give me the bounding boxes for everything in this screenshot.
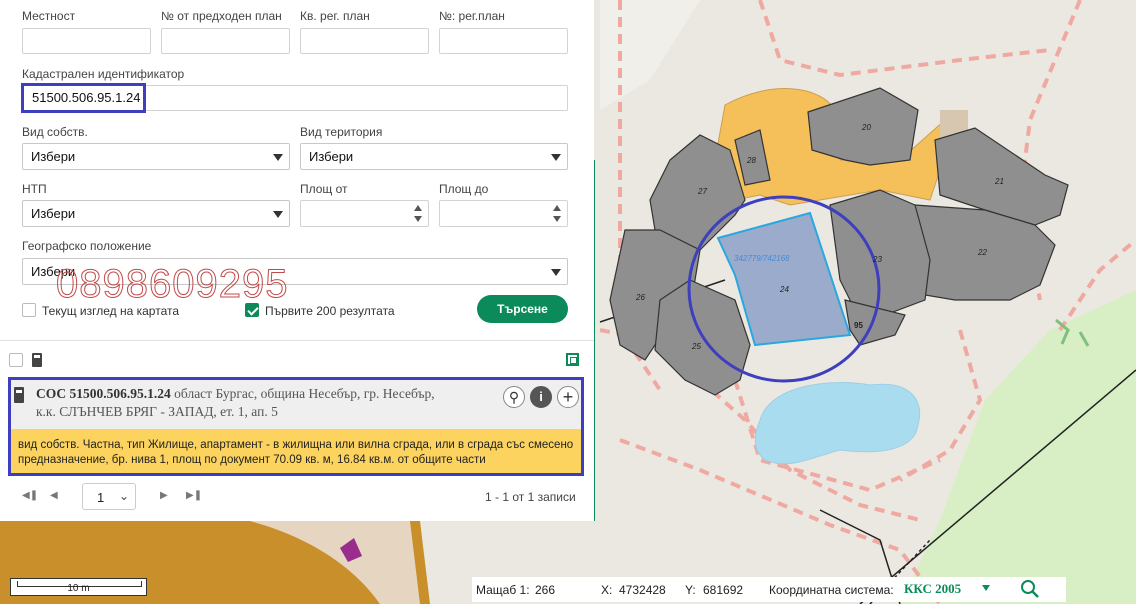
y-label: Y: [685, 583, 696, 597]
scale-bar: 10 m [10, 578, 147, 596]
chevron-down-icon [273, 154, 283, 161]
add-icon[interactable]: + [557, 386, 579, 408]
status-bar: Мащаб 1: 266 X: 4732428 Y: 681692 Коорди… [472, 577, 1066, 602]
prev-page-icon[interactable]: ◀ [50, 490, 58, 501]
search-button[interactable]: Търсене [477, 295, 568, 323]
scale-label: Мащаб 1: [476, 583, 530, 597]
info-icon[interactable]: i [530, 386, 552, 408]
divider [0, 340, 594, 341]
chevron-down-icon [551, 154, 561, 161]
first200-label: Първите 200 резултата [265, 304, 395, 318]
page-number: 1 [97, 490, 105, 505]
result-details-line2: предназначение, бр. нива 1, площ по доку… [18, 454, 486, 466]
result-details-text: вид собств. Частна, тип Жилище, апартаме… [18, 438, 573, 468]
last-page-icon[interactable]: ▶❚ [186, 490, 202, 501]
records-count: 1 - 1 от 1 записи [485, 490, 576, 504]
expand-icon[interactable] [566, 353, 579, 366]
scale-value[interactable]: 266 [535, 583, 555, 597]
area-to-input[interactable] [439, 200, 568, 227]
label-b23: 23 [872, 255, 882, 264]
crs-value[interactable]: ККС 2005 [904, 581, 961, 597]
nr-reg-input[interactable] [439, 28, 568, 54]
label-b20: 20 [861, 123, 871, 132]
watermark-text: 0898609295 [55, 262, 289, 307]
label-b21: 21 [994, 177, 1004, 186]
first-page-icon[interactable]: ◀​❚ [22, 490, 38, 501]
mestnost-input[interactable] [22, 28, 151, 54]
label-b25: 25 [691, 342, 701, 351]
ntp-select[interactable]: Избери [22, 200, 290, 227]
territory-label: Вид територия [300, 125, 383, 139]
label-b24: 24 [779, 285, 789, 294]
cadastral-value-highlight[interactable]: 51500.506.95.1.24 [21, 83, 146, 113]
ntp-label: НТП [22, 182, 47, 196]
result-title[interactable]: СОС 51500.506.95.1.24 област Бургас, общ… [36, 385, 496, 421]
area-to-label: Площ до [439, 182, 489, 196]
first200-checkbox[interactable] [245, 303, 259, 317]
ownership-value: Избери [31, 149, 76, 164]
prev-plan-input[interactable] [161, 28, 290, 54]
building-icon [32, 353, 42, 367]
kv-reg-input[interactable] [300, 28, 429, 54]
territory-select[interactable]: Избери [300, 143, 568, 170]
result-details-line1: вид собств. Частна, тип Жилище, апартаме… [18, 439, 574, 451]
cadastral-label: Кадастрален идентификатор [22, 67, 185, 81]
page-select[interactable]: 1 ⌄ [82, 483, 136, 510]
next-page-icon[interactable]: ▶ [160, 490, 168, 501]
zoom-search-icon[interactable]: ⚲ [503, 386, 525, 408]
result-details: вид собств. Частна, тип Жилище, апартаме… [11, 429, 581, 473]
label-b22: 22 [977, 248, 987, 257]
area-from-input[interactable] [300, 200, 429, 227]
building-icon [14, 387, 24, 403]
stepper-icon[interactable] [553, 204, 563, 224]
label-b95: 95 [854, 321, 863, 330]
chevron-down-icon: ⌄ [119, 489, 130, 503]
territory-value: Избери [309, 149, 354, 164]
label-b26: 26 [635, 293, 645, 302]
x-value: 4732428 [619, 583, 666, 597]
search-icon[interactable] [1020, 579, 1040, 602]
stepper-icon[interactable] [414, 204, 424, 224]
result-item[interactable]: СОС 51500.506.95.1.24 област Бургас, общ… [8, 377, 584, 476]
nr-reg-label: №: рег.план [439, 9, 505, 23]
crs-label: Координатна система: [769, 583, 894, 597]
label-coords: 342779/742168 [734, 254, 790, 263]
label-b28: 28 [746, 156, 756, 165]
ntp-value: Избери [31, 206, 76, 221]
ownership-select[interactable]: Избери [22, 143, 290, 170]
result-title-bold: СОС 51500.506.95.1.24 [36, 386, 171, 401]
select-all-checkbox[interactable] [9, 353, 23, 367]
chevron-down-icon[interactable] [982, 585, 990, 591]
result-title-rest: област Бургас, община Несебър, гр. Несеб… [170, 386, 435, 401]
x-label: X: [601, 583, 613, 597]
mestnost-label: Местност [22, 9, 76, 23]
current-view-label: Текущ изглед на картата [42, 304, 180, 318]
kv-reg-label: Кв. рег. план [300, 9, 370, 23]
prev-plan-label: № от предходен план [161, 9, 282, 23]
ownership-label: Вид собств. [22, 125, 88, 139]
search-panel: Местност № от предходен план Кв. рег. пл… [0, 0, 594, 521]
area-from-label: Площ от [300, 182, 348, 196]
result-title-line2: к.к. СЛЪНЧЕВ БРЯГ - ЗАПАД, ет. 1, ап. 5 [36, 404, 278, 419]
label-b27: 27 [697, 187, 707, 196]
y-value: 681692 [703, 583, 744, 597]
chevron-down-icon [551, 269, 561, 276]
current-view-checkbox[interactable] [22, 303, 36, 317]
scale-bar-label: 10 m [67, 583, 90, 594]
geo-label: Географско положение [22, 239, 152, 253]
chevron-down-icon [273, 211, 283, 218]
